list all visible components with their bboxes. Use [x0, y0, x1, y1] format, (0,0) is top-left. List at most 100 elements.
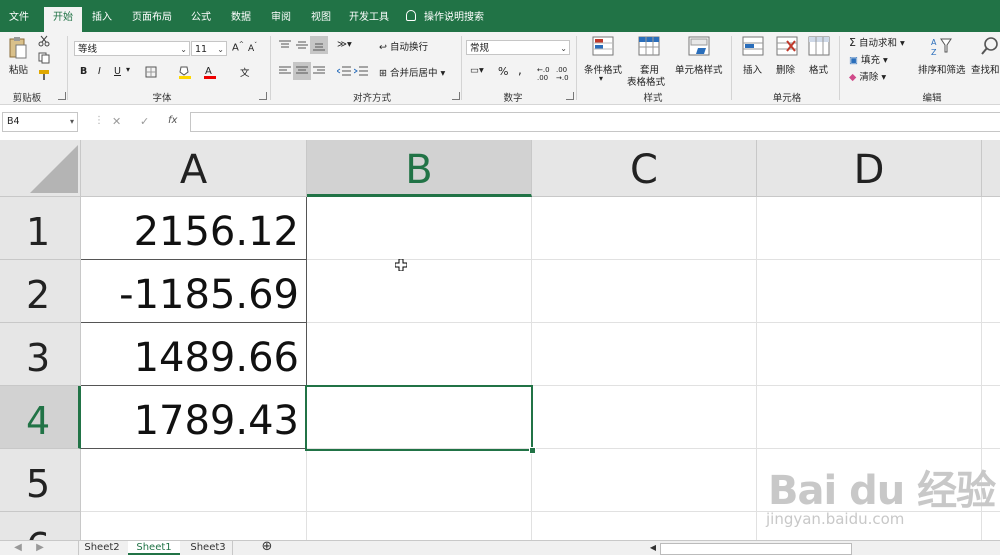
- tab-view[interactable]: 视图: [304, 8, 338, 32]
- cell-b4-selected[interactable]: [305, 385, 533, 451]
- clipboard-dialog-launcher[interactable]: [58, 92, 66, 100]
- fill-handle[interactable]: [529, 447, 536, 454]
- cell-styles-button[interactable]: 单元格样式: [675, 62, 723, 76]
- row-header-3[interactable]: 3: [0, 323, 81, 386]
- sheet-tab-sheet3[interactable]: Sheet3: [184, 541, 233, 555]
- comma-button[interactable]: ,: [518, 63, 522, 77]
- clear-button[interactable]: ◆ 清除 ▾: [849, 69, 886, 83]
- column-header-d[interactable]: D: [757, 140, 982, 197]
- tab-formulas[interactable]: 公式: [184, 8, 218, 32]
- underline-button[interactable]: U: [114, 66, 121, 77]
- font-name-combo[interactable]: 等线 ⌄: [74, 41, 190, 56]
- font-dialog-launcher[interactable]: [259, 92, 267, 100]
- cell-a2[interactable]: -1185.69: [81, 260, 307, 323]
- copy-icon[interactable]: [38, 52, 52, 67]
- autosum-button[interactable]: Σ 自动求和 ▾: [849, 35, 905, 49]
- sort-filter-button[interactable]: 排序和筛选: [918, 62, 966, 76]
- decrease-font-icon[interactable]: Aˇ: [248, 42, 257, 54]
- formula-input[interactable]: [190, 112, 1000, 132]
- phonetic-icon[interactable]: 文: [240, 65, 250, 79]
- font-size-combo[interactable]: 11 ⌄: [191, 41, 227, 56]
- cell-a1[interactable]: 2156.12: [81, 197, 307, 260]
- currency-icon[interactable]: ▭▾: [470, 65, 484, 76]
- sheet-tab-sheet2[interactable]: Sheet2: [78, 541, 125, 555]
- sort-filter-icon[interactable]: AZ: [930, 36, 952, 59]
- horizontal-scrollbar[interactable]: [660, 543, 852, 555]
- borders-icon[interactable]: [145, 66, 157, 81]
- find-select-button[interactable]: 查找和选: [971, 62, 1000, 76]
- cell-b1[interactable]: [307, 197, 532, 260]
- align-bottom-icon[interactable]: [310, 36, 328, 54]
- cell-a3[interactable]: 1489.66: [81, 323, 307, 386]
- cancel-icon[interactable]: ✕: [112, 115, 121, 128]
- drag-handle-icon[interactable]: ⋮: [94, 115, 104, 126]
- align-left-icon[interactable]: [279, 66, 291, 79]
- tab-developer[interactable]: 开发工具: [344, 8, 394, 32]
- row-header-6[interactable]: 6: [0, 512, 81, 540]
- delete-cells-icon[interactable]: [776, 36, 798, 59]
- wrap-text-button[interactable]: ↩ 自动换行: [379, 39, 428, 53]
- name-box[interactable]: B4 ▾: [2, 112, 78, 132]
- alignment-dialog-launcher[interactable]: [452, 92, 460, 100]
- tab-review[interactable]: 审阅: [264, 8, 298, 32]
- insert-cells-icon[interactable]: [742, 36, 764, 59]
- row-header-4[interactable]: 4: [0, 386, 81, 449]
- cell-b2[interactable]: [307, 260, 532, 323]
- row-header-2[interactable]: 2: [0, 260, 81, 323]
- increase-indent-icon[interactable]: [353, 66, 368, 79]
- percent-button[interactable]: %: [498, 65, 508, 78]
- tab-page-layout[interactable]: 页面布局: [126, 8, 178, 32]
- column-header-e[interactable]: [982, 140, 1000, 197]
- fill-color-icon[interactable]: [178, 65, 192, 82]
- conditional-format-icon[interactable]: [592, 36, 614, 59]
- tab-insert[interactable]: 插入: [84, 8, 120, 32]
- tab-file[interactable]: 文件: [2, 8, 36, 32]
- insert-cells-button[interactable]: 插入: [743, 62, 762, 76]
- column-header-b[interactable]: B: [307, 140, 532, 197]
- delete-cells-button[interactable]: 删除: [776, 62, 795, 76]
- increase-decimal-icon[interactable]: ←.0.00: [537, 66, 550, 82]
- format-as-table-label2[interactable]: 表格格式: [627, 74, 665, 88]
- merge-center-button[interactable]: ⊞ 合并后居中 ▾: [379, 65, 445, 79]
- decrease-decimal-icon[interactable]: .00 →.0: [556, 66, 569, 82]
- row-header-1[interactable]: 1: [0, 197, 81, 260]
- row-header-5[interactable]: 5: [0, 449, 81, 512]
- column-header-c[interactable]: C: [532, 140, 757, 197]
- orientation-icon[interactable]: ≫▾: [337, 39, 352, 50]
- scroll-last-sheet-icon[interactable]: ▶: [30, 541, 50, 555]
- align-middle-icon[interactable]: [296, 40, 308, 53]
- bold-button[interactable]: B: [80, 66, 87, 77]
- italic-button[interactable]: I: [98, 66, 101, 77]
- format-cells-button[interactable]: 格式: [809, 62, 828, 76]
- tell-me-search[interactable]: 操作说明搜索: [406, 8, 492, 32]
- column-header-a[interactable]: A: [81, 140, 307, 197]
- fill-button[interactable]: ▣ 填充 ▾: [849, 52, 888, 66]
- increase-font-icon[interactable]: A^: [232, 41, 244, 53]
- scroll-first-sheet-icon[interactable]: ◀: [8, 541, 28, 555]
- find-select-icon[interactable]: [980, 36, 1000, 59]
- tab-home[interactable]: 开始: [44, 7, 82, 32]
- scroll-left-icon[interactable]: ◀: [648, 541, 658, 555]
- insert-function-button[interactable]: fx: [168, 115, 177, 126]
- font-color-icon[interactable]: A: [204, 65, 216, 82]
- sheet-tab-sheet1[interactable]: Sheet1: [128, 541, 180, 555]
- tab-data[interactable]: 数据: [224, 8, 258, 32]
- cell-a4[interactable]: 1789.43: [81, 386, 307, 449]
- align-right-icon[interactable]: [313, 66, 325, 79]
- decrease-indent-icon[interactable]: [336, 66, 351, 79]
- format-as-table-icon[interactable]: [638, 36, 660, 59]
- chevron-down-icon[interactable]: ▾: [126, 65, 130, 74]
- enter-icon[interactable]: ✓: [140, 115, 149, 128]
- number-format-combo[interactable]: 常规 ⌄: [466, 40, 570, 55]
- align-center-icon[interactable]: [293, 62, 311, 80]
- format-painter-icon[interactable]: [38, 69, 52, 84]
- cut-icon[interactable]: [38, 35, 50, 50]
- format-cells-icon[interactable]: [808, 36, 830, 59]
- align-top-icon[interactable]: [279, 40, 291, 53]
- new-sheet-button[interactable]: ⊕: [256, 540, 278, 555]
- cell-b3[interactable]: [307, 323, 532, 386]
- number-dialog-launcher[interactable]: [566, 92, 574, 100]
- paste-button[interactable]: [8, 36, 28, 62]
- select-all-button[interactable]: [0, 140, 81, 197]
- cell-styles-icon[interactable]: [688, 36, 710, 59]
